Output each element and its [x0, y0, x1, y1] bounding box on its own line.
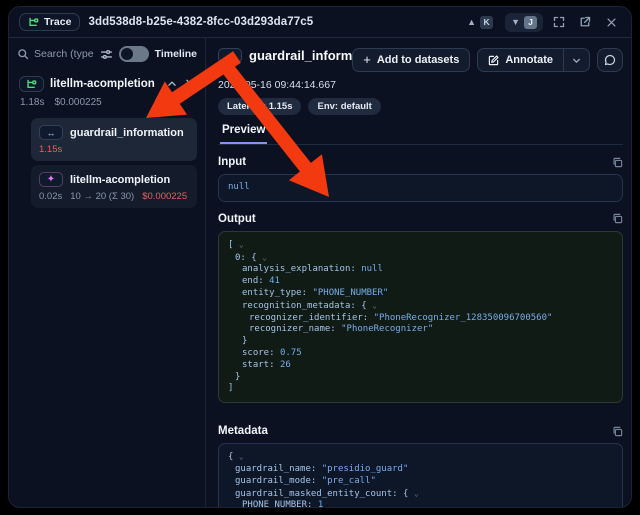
root-item-label: litellm-acompletion	[50, 78, 161, 90]
latency-badge: Latency: 1.15s	[218, 98, 301, 115]
search-icon	[17, 48, 29, 60]
tree-item-label: litellm-acompletion	[70, 174, 170, 186]
metadata-code-block: { ⌄guardrail_name: "presidio_guard"guard…	[218, 443, 623, 507]
next-observation-button[interactable]: ▼ J	[505, 13, 543, 32]
tree-item-cost: $0.000225	[142, 191, 187, 202]
tree-item-litellm-acompletion[interactable]: ✦ litellm-acompletion 0.02s 10 → 20 (Σ 3…	[31, 165, 197, 208]
detail-tabs: Preview	[218, 124, 623, 145]
copy-icon	[612, 213, 623, 224]
screenshot-stage: Trace 3dd538d8-b25e-4382-8fcc-03d293da77…	[0, 0, 640, 515]
trace-tree-icon	[26, 79, 37, 90]
tree-root-item[interactable]: litellm-acompletion	[17, 74, 197, 94]
output-code-block: [ ⌄0: { ⌄analysis_explanation: nullend: …	[218, 231, 623, 403]
tree-item-latency: 1.15s	[39, 144, 62, 155]
input-code-block: null	[218, 174, 623, 202]
left-right-arrow-icon: ↔	[226, 51, 235, 61]
chevron-down-icon: ▼	[511, 18, 520, 27]
copy-input-button[interactable]	[612, 157, 623, 168]
timeline-label: Timeline	[155, 48, 197, 60]
search-input[interactable]	[34, 48, 94, 60]
trace-tree-icon	[28, 17, 39, 28]
trace-tree-sidebar: Timeline litellm-acompletion 1.18s $0.00…	[9, 38, 206, 507]
add-to-datasets-button[interactable]: + Add to datasets	[352, 48, 470, 72]
chevron-down-icon	[572, 56, 581, 65]
input-section: Input null	[218, 156, 623, 202]
tree-item-latency: 0.02s	[39, 191, 62, 202]
tree-item-guardrail-information[interactable]: ↔ guardrail_information 1.15s	[31, 118, 197, 161]
pencil-square-icon	[488, 55, 499, 66]
output-section-title: Output	[218, 213, 256, 225]
shortcut-key-j: J	[524, 16, 537, 29]
collapse-up-icon[interactable]	[167, 79, 177, 89]
shortcut-key-k: K	[480, 16, 493, 29]
annotate-dropdown-button[interactable]	[563, 49, 589, 71]
trace-badge-label: Trace	[44, 16, 71, 28]
annotate-button[interactable]: Annotate	[478, 49, 563, 71]
filter-sliders-icon[interactable]	[100, 48, 113, 61]
toggle-knob	[121, 48, 133, 60]
add-to-datasets-label: Add to datasets	[377, 54, 460, 66]
span-type-badge: ↔	[39, 125, 63, 140]
observation-timestamp: 2025-05-16 09:44:14.667	[218, 79, 623, 91]
trace-id: 3dd538d8-b25e-4382-8fcc-03d293da77c5	[88, 16, 313, 28]
collapse-all-icon[interactable]	[185, 79, 195, 89]
root-cost: $0.000225	[54, 97, 101, 108]
span-type-badge: ↔	[218, 48, 242, 63]
observation-detail-panel: ↔ guardrail_information ID + Add to data…	[206, 38, 631, 507]
trace-peek-window: Trace 3dd538d8-b25e-4382-8fcc-03d293da77…	[8, 6, 632, 508]
trace-root-badge	[19, 76, 44, 92]
chevron-up-icon: ▲	[467, 18, 476, 27]
open-external-button[interactable]	[575, 12, 595, 32]
timeline-toggle[interactable]	[119, 46, 149, 62]
close-icon	[606, 17, 617, 28]
input-section-title: Input	[218, 156, 246, 168]
copy-icon	[612, 426, 623, 437]
annotate-split-button: Annotate	[477, 48, 590, 72]
chat-bubble-icon	[604, 54, 616, 66]
copy-output-button[interactable]	[612, 213, 623, 224]
metadata-section-title: Metadata	[218, 425, 268, 437]
top-bar: Trace 3dd538d8-b25e-4382-8fcc-03d293da77…	[9, 7, 631, 38]
env-badge: Env: default	[308, 98, 380, 115]
root-item-stats: 1.18s $0.000225	[20, 97, 197, 108]
sparkle-icon: ✦	[47, 174, 55, 185]
copy-icon	[612, 157, 623, 168]
tab-preview[interactable]: Preview	[220, 124, 267, 144]
topbar-actions: ▲ K ▼ J	[461, 12, 621, 32]
plus-icon: +	[363, 52, 371, 67]
prev-observation-button[interactable]: ▲ K	[461, 13, 499, 32]
metadata-section: Metadata { ⌄guardrail_name: "presidio_gu…	[218, 425, 623, 507]
search-box	[17, 48, 94, 60]
expand-button[interactable]	[549, 12, 569, 32]
comments-button[interactable]	[597, 48, 623, 72]
close-button[interactable]	[601, 12, 621, 32]
tree-item-tokens: 10 → 20 (Σ 30)	[70, 191, 134, 202]
trace-type-badge: Trace	[19, 13, 80, 31]
output-section: Output [ ⌄0: { ⌄analysis_explanation: nu…	[218, 213, 623, 403]
maximize-icon	[553, 16, 565, 28]
tree-item-label: guardrail_information	[70, 127, 184, 139]
external-link-icon	[579, 16, 591, 28]
generation-type-badge: ✦	[39, 172, 63, 187]
left-right-arrow-icon: ↔	[47, 128, 56, 138]
annotate-label: Annotate	[505, 54, 553, 66]
copy-metadata-button[interactable]	[612, 426, 623, 437]
root-latency: 1.18s	[20, 97, 44, 108]
